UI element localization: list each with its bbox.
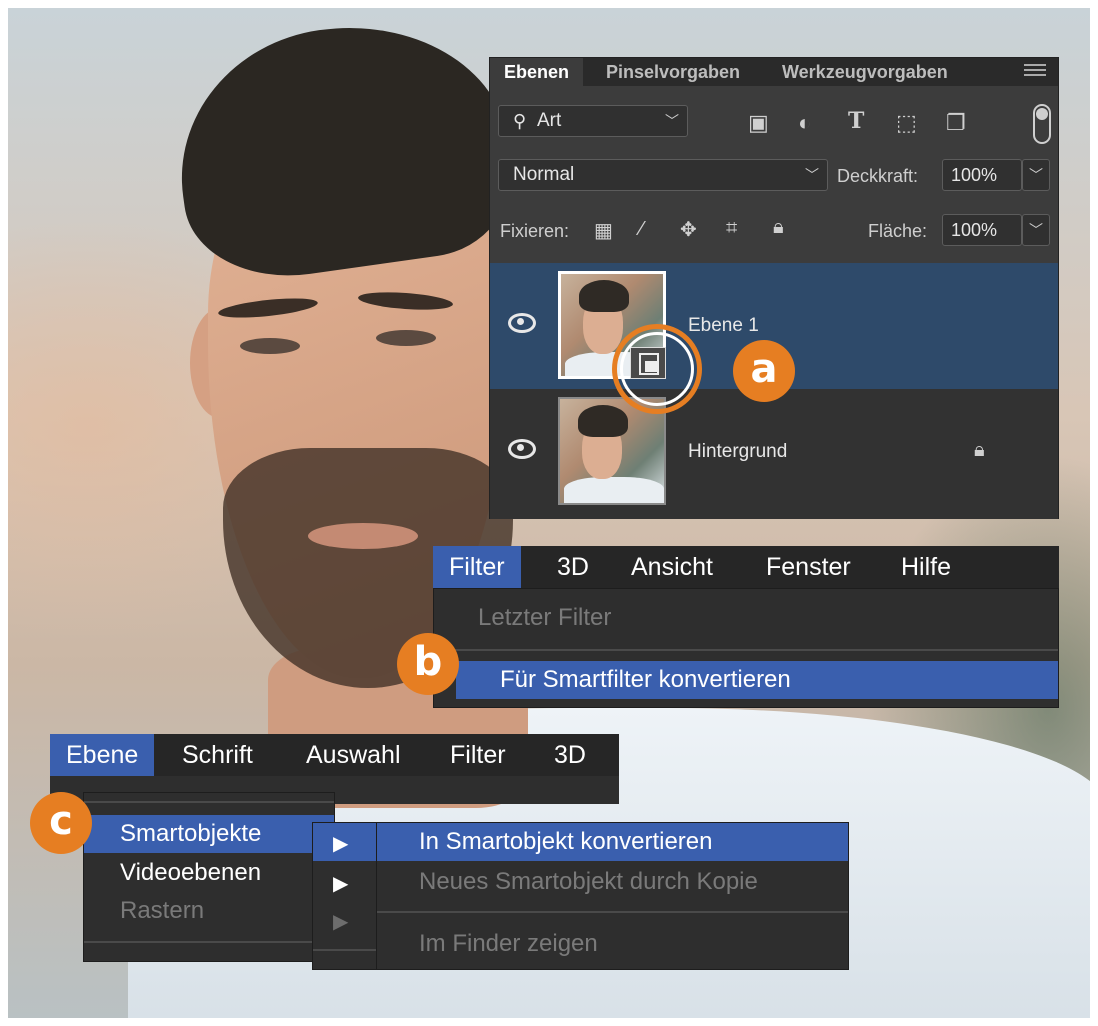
menu-item-in-smartobjekt-konvertieren[interactable]: In Smartobjekt konvertieren (377, 823, 848, 861)
submenu-arrow-icon: ▶ (333, 911, 349, 933)
opacity-dropdown-button[interactable]: ﹀ (1022, 159, 1050, 191)
menu-auswahl[interactable]: Auswahl (306, 734, 401, 776)
fill-dropdown-button[interactable]: ﹀ (1022, 214, 1050, 246)
menu-ebene[interactable]: Ebene (50, 734, 155, 776)
visibility-eye-icon[interactable] (508, 313, 536, 333)
submenu-arrow-column: ▶ ▶ ▶ (312, 822, 379, 970)
photo-eye (240, 338, 300, 354)
kind-filter-label: Art (537, 110, 562, 131)
opacity-label: Deckkraft: (837, 166, 919, 186)
lock-position-icon[interactable]: ✥ (680, 217, 697, 242)
menu-item-neues-smartobjekt-durch-kopie[interactable]: Neues Smartobjekt durch Kopie (377, 863, 848, 901)
lock-all-icon[interactable]: 🔒︎ (773, 216, 784, 239)
opacity-field[interactable]: 100% (942, 159, 1022, 191)
menu-item-smartfilter-konvertieren[interactable]: Für Smartfilter konvertieren (456, 661, 1058, 699)
fill-label: Fläche: (868, 221, 928, 241)
filter-dropdown-menu: Letzter Filter Für Smartfilter konvertie… (433, 588, 1059, 708)
layer-name[interactable]: Ebene 1 (688, 315, 759, 337)
callout-b: b (397, 633, 459, 695)
submenu-arrow-icon: ▶ (333, 833, 349, 855)
lock-artboard-icon[interactable]: ⌗ (726, 217, 737, 240)
menu-separator (313, 949, 378, 951)
type-filter-icon[interactable]: T (848, 108, 864, 134)
blend-mode-dropdown[interactable]: Normal ﹀ (498, 159, 828, 191)
menu-separator (377, 911, 848, 913)
submenu-arrow-icon: ▶ (333, 873, 349, 895)
chevron-down-icon: ﹀ (1029, 167, 1043, 183)
menubar-ebene: Ebene Schrift Auswahl Filter 3D (50, 734, 619, 776)
visibility-eye-icon[interactable] (508, 439, 536, 459)
blend-mode-label: Normal (513, 164, 575, 185)
tab-ebenen[interactable]: Ebenen (490, 58, 584, 86)
menu-separator (84, 941, 334, 943)
chevron-down-icon: ﹀ (805, 167, 819, 183)
chevron-down-icon: ﹀ (665, 113, 679, 129)
menubar-filter: Filter 3D Ansicht Fenster Hilfe (433, 546, 1059, 588)
shape-filter-icon[interactable]: ⬚ (896, 110, 917, 136)
chevron-down-icon: ﹀ (1029, 222, 1043, 238)
callout-a: a (733, 340, 795, 402)
photo-eye (376, 330, 436, 346)
menu-item-rastern[interactable]: Rastern (84, 892, 334, 930)
layers-panel: Ebenen Pinselvorgaben Werkzeugvorgaben ⚲… (489, 57, 1059, 519)
lock-label: Fixieren: (500, 221, 570, 241)
menu-filter[interactable]: Filter (433, 546, 521, 588)
photo-mouth (308, 523, 418, 549)
highlight-ring (612, 324, 702, 414)
layer-name[interactable]: Hintergrund (688, 441, 787, 463)
tab-werkzeugvorgaben[interactable]: Werkzeugvorgaben (782, 58, 948, 86)
menu-schrift[interactable]: Schrift (182, 734, 253, 776)
panel-tabbar: Ebenen Pinselvorgaben Werkzeugvorgaben (490, 58, 1058, 86)
menu-separator (84, 801, 334, 803)
menu-filter[interactable]: Filter (450, 734, 506, 776)
menu-hilfe[interactable]: Hilfe (901, 546, 951, 588)
menu-fenster[interactable]: Fenster (766, 546, 851, 588)
menu-3d[interactable]: 3D (554, 734, 586, 776)
smartobjekte-submenu: In Smartobjekt konvertieren Neues Smarto… (376, 822, 849, 970)
fill-value: 100% (951, 220, 998, 240)
search-icon: ⚲ (513, 111, 527, 131)
filter-toggle[interactable] (1033, 104, 1051, 144)
callout-c: c (30, 792, 92, 854)
menu-item-im-finder-zeigen[interactable]: Im Finder zeigen (377, 925, 848, 963)
smartobject-filter-icon[interactable]: ❐ (946, 110, 966, 136)
ebene-dropdown-menu: Smartobjekte Videoebenen Rastern (83, 792, 335, 962)
menu-separator (434, 649, 1058, 651)
image-filter-icon[interactable]: ▣ (748, 110, 769, 136)
layer-lock-icon: 🔒︎ (974, 439, 985, 461)
lock-paint-icon[interactable]: ⁄ (640, 218, 643, 241)
menu-ansicht[interactable]: Ansicht (631, 546, 713, 588)
panel-menu-icon[interactable] (1024, 64, 1046, 80)
fill-field[interactable]: 100% (942, 214, 1022, 246)
tab-pinselvorgaben[interactable]: Pinselvorgaben (606, 58, 740, 86)
menu-3d[interactable]: 3D (557, 546, 589, 588)
menu-item-smartobjekte[interactable]: Smartobjekte (84, 815, 334, 853)
menu-item-letzter-filter[interactable]: Letzter Filter (434, 599, 1058, 637)
layer-row-hintergrund[interactable]: Hintergrund 🔒︎ (490, 389, 1058, 515)
adjustment-filter-icon[interactable]: ◐ (798, 110, 811, 136)
kind-filter-dropdown[interactable]: ⚲ Art ﹀ (498, 105, 688, 137)
menu-item-videoebenen[interactable]: Videoebenen (84, 854, 334, 892)
lock-transparency-icon[interactable]: ▦ (594, 218, 613, 243)
opacity-value: 100% (951, 165, 998, 185)
